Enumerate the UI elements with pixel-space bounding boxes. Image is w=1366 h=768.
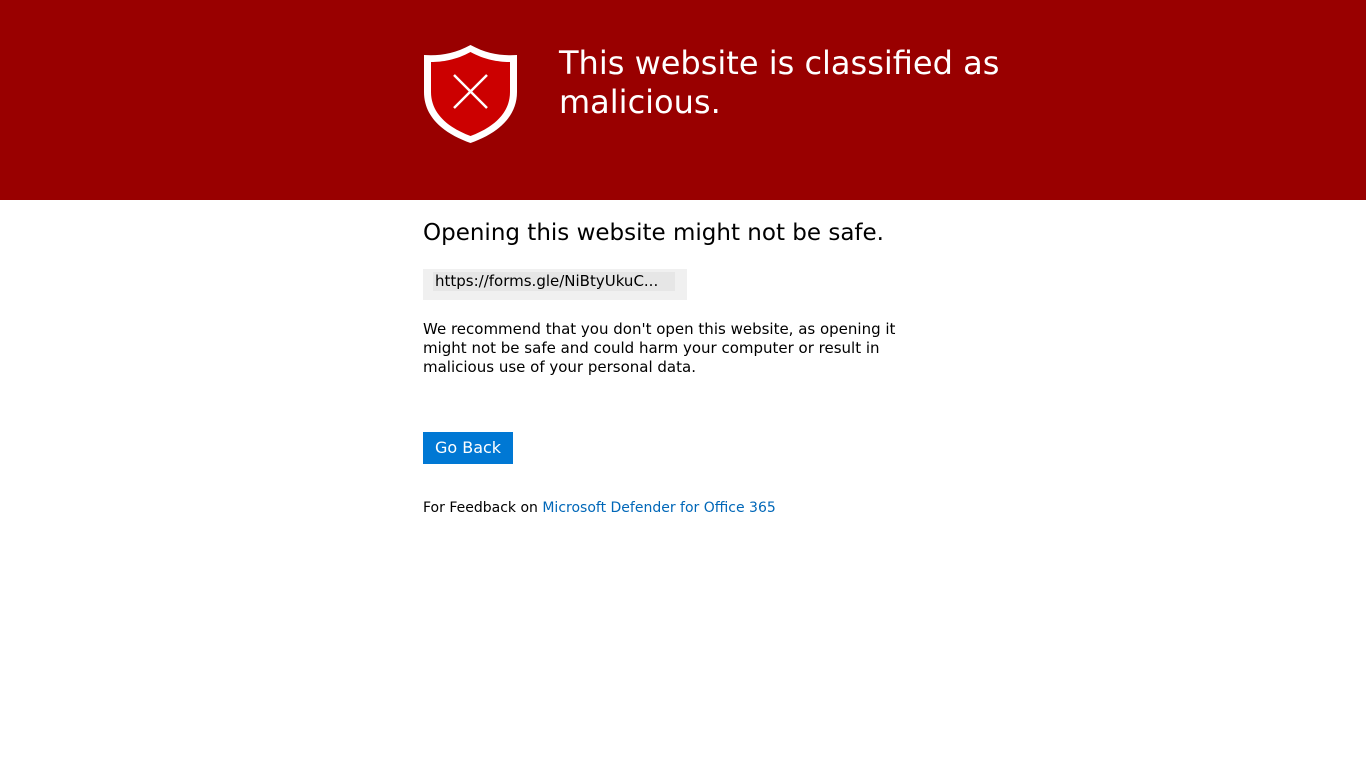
shield-x-icon [424, 45, 517, 143]
warning-subtitle: Opening this website might not be safe. [423, 220, 884, 246]
page-title: This website is classified as malicious. [559, 44, 1000, 121]
feedback-prefix: For Feedback on [423, 500, 538, 516]
feedback-line: For Feedback on Microsoft Defender for O… [423, 498, 776, 518]
go-back-button[interactable]: Go Back [423, 432, 513, 464]
warning-banner: This website is classified as malicious. [0, 0, 1366, 200]
blocked-url-box: https://forms.gle/NiBtyUkuC... [423, 269, 687, 300]
warning-description: We recommend that you don't open this we… [423, 320, 896, 376]
defender-feedback-link[interactable]: Microsoft Defender for Office 365 [542, 500, 775, 516]
blocked-url[interactable]: https://forms.gle/NiBtyUkuC... [433, 272, 675, 291]
